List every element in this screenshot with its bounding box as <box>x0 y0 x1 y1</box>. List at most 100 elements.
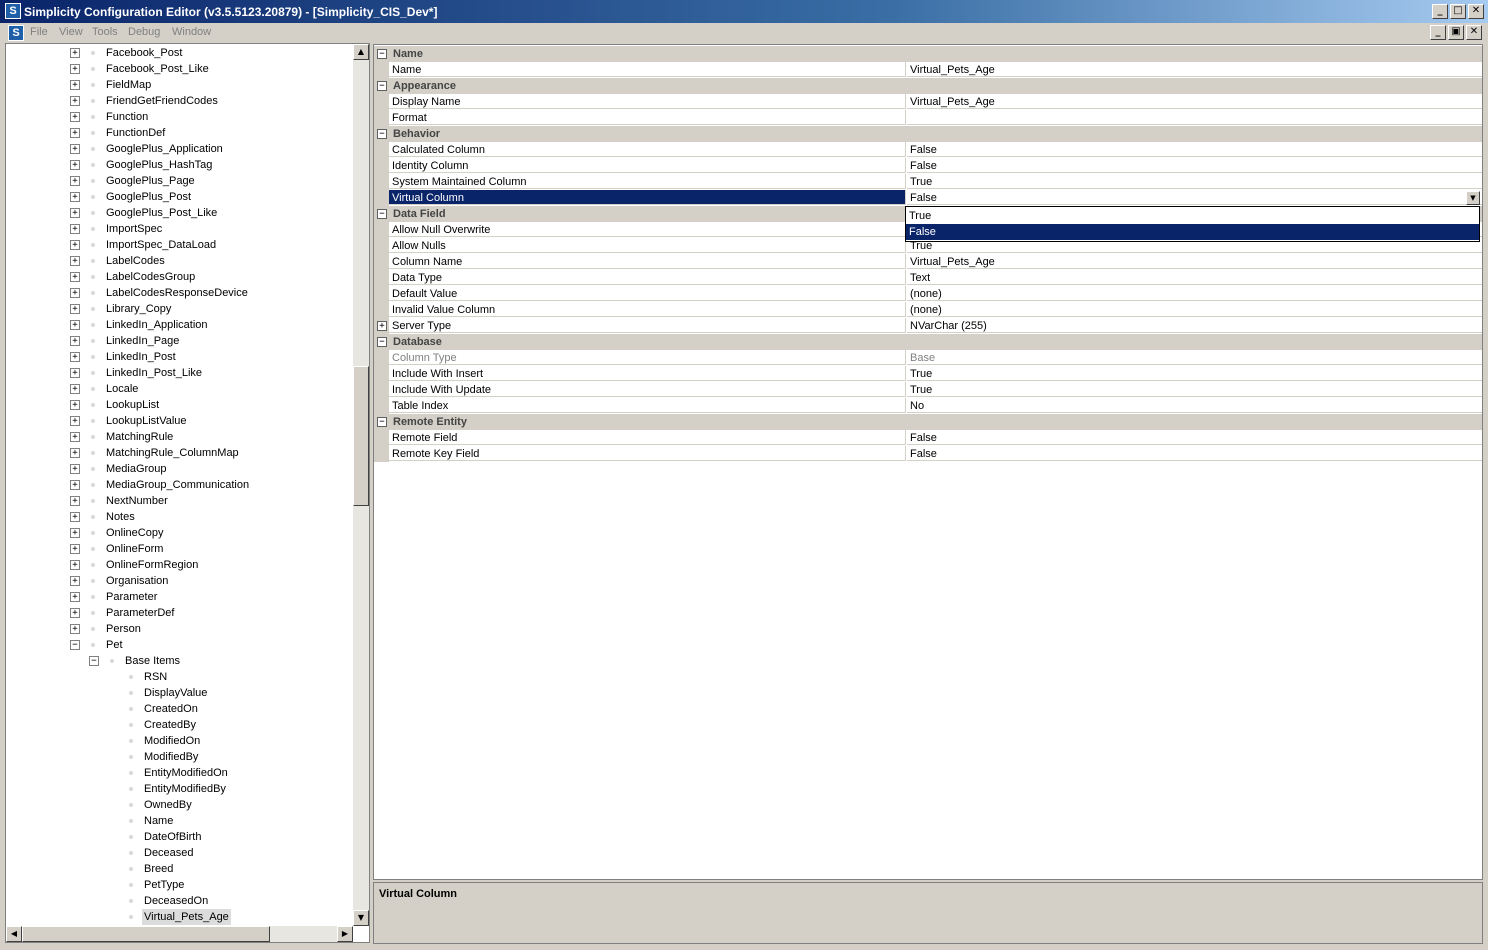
dropdown-option-false[interactable]: False <box>906 224 1479 240</box>
property-value[interactable]: Virtual_Pets_Age <box>907 62 1482 77</box>
property-row[interactable]: Name Virtual_Pets_Age <box>374 62 1482 78</box>
tree-item[interactable]: + FunctionDef <box>6 125 353 141</box>
property-name[interactable]: Invalid Value Column <box>389 302 906 317</box>
tree-leaf-item[interactable]: DateOfBirth <box>6 829 353 845</box>
expand-icon[interactable]: + <box>70 48 80 58</box>
scroll-up-icon[interactable]: ▲ <box>353 44 369 60</box>
tree-item[interactable]: + GooglePlus_Application <box>6 141 353 157</box>
tree-item[interactable]: + Person <box>6 621 353 637</box>
property-value[interactable]: False <box>907 142 1482 157</box>
property-name[interactable]: Calculated Column <box>389 142 906 157</box>
expand-icon[interactable]: + <box>70 576 80 586</box>
scroll-left-icon[interactable]: ◀ <box>6 926 22 942</box>
property-row[interactable]: Data Type Text <box>374 270 1482 286</box>
tree-leaf-item[interactable]: Name <box>6 813 353 829</box>
menu-file[interactable]: File <box>30 26 48 38</box>
property-name[interactable]: Table Index <box>389 398 906 413</box>
tree-item[interactable]: + NextNumber <box>6 493 353 509</box>
tree-item[interactable]: + LinkedIn_Post_Like <box>6 365 353 381</box>
expand-icon[interactable]: + <box>70 96 80 106</box>
tree-leaf-item[interactable]: DisplayValue <box>6 685 353 701</box>
expand-icon[interactable]: + <box>70 416 80 426</box>
tree-leaf-item[interactable]: CreatedOn <box>6 701 353 717</box>
tree-item[interactable]: + LinkedIn_Post <box>6 349 353 365</box>
property-name[interactable]: Include With Update <box>389 382 906 397</box>
collapse-icon[interactable]: − <box>89 656 99 666</box>
property-name[interactable]: Remote Field <box>389 430 906 445</box>
property-value[interactable]: False <box>907 430 1482 445</box>
expand-icon[interactable]: + <box>70 592 80 602</box>
tree-leaf-item[interactable]: Virtual_Pets_Age <box>6 909 353 925</box>
property-name[interactable]: Column Name <box>389 254 906 269</box>
expand-icon[interactable]: + <box>70 464 80 474</box>
tree-vertical-scrollbar[interactable]: ▲ ▼ <box>353 44 369 926</box>
property-expand-icon[interactable]: + <box>377 321 387 331</box>
property-grid[interactable]: − Name Name Virtual_Pets_Age − Appearance Disp… <box>373 44 1483 880</box>
tree-item[interactable]: + LabelCodes <box>6 253 353 269</box>
tree-item[interactable]: + Facebook_Post <box>6 45 353 61</box>
tree-item[interactable]: + Notes <box>6 509 353 525</box>
mdi-close-button[interactable]: ✕ <box>1466 25 1482 40</box>
tree-item[interactable]: + MediaGroup <box>6 461 353 477</box>
property-name[interactable]: Name <box>389 62 906 77</box>
property-row[interactable]: Remote Key Field False <box>374 446 1482 462</box>
tree-item[interactable]: + MatchingRule_ColumnMap <box>6 445 353 461</box>
tree-item[interactable]: + LinkedIn_Page <box>6 333 353 349</box>
property-name[interactable]: Include With Insert <box>389 366 906 381</box>
property-value[interactable]: (none) <box>907 302 1482 317</box>
dropdown-option-true[interactable]: True <box>906 208 1479 224</box>
category-collapse-icon[interactable]: − <box>377 209 387 219</box>
property-name[interactable]: Column Type <box>389 350 906 365</box>
property-value[interactable]: Virtual_Pets_Age <box>907 254 1482 269</box>
expand-icon[interactable]: + <box>70 64 80 74</box>
property-value[interactable]: Text <box>907 270 1482 285</box>
menu-tools[interactable]: Tools <box>92 26 118 38</box>
tree-item[interactable]: + Parameter <box>6 589 353 605</box>
tree-item[interactable]: + GooglePlus_HashTag <box>6 157 353 173</box>
tree-leaf-item[interactable]: Deceased <box>6 845 353 861</box>
property-row[interactable]: Invalid Value Column (none) <box>374 302 1482 318</box>
tree-leaf-item[interactable]: DeceasedOn <box>6 893 353 909</box>
expand-icon[interactable]: + <box>70 432 80 442</box>
property-row[interactable]: Column Name Virtual_Pets_Age <box>374 254 1482 270</box>
vertical-scroll-thumb[interactable] <box>353 366 369 506</box>
expand-icon[interactable]: + <box>70 256 80 266</box>
tree-leaf-item[interactable]: RSN <box>6 669 353 685</box>
collapse-icon[interactable]: − <box>70 640 80 650</box>
entity-tree[interactable]: + Facebook_Post + Facebook_Post_Like + FieldM… <box>5 43 370 943</box>
tree-item[interactable]: + Library_Copy <box>6 301 353 317</box>
property-name[interactable]: Identity Column <box>389 158 906 173</box>
property-value[interactable]: No <box>907 398 1482 413</box>
expand-icon[interactable]: + <box>70 160 80 170</box>
expand-icon[interactable]: + <box>70 400 80 410</box>
tree-leaf-item[interactable]: ModifiedOn <box>6 733 353 749</box>
tree-item[interactable]: + OnlineForm <box>6 541 353 557</box>
tree-leaf-item[interactable]: OwnedBy <box>6 797 353 813</box>
menu-view[interactable]: View <box>59 26 83 38</box>
expand-icon[interactable]: + <box>70 608 80 618</box>
tree-group-base-items[interactable]: − Base Items <box>6 653 353 669</box>
expand-icon[interactable]: + <box>70 80 80 90</box>
tree-item[interactable]: + ImportSpec_DataLoad <box>6 237 353 253</box>
property-value[interactable]: True <box>907 366 1482 381</box>
expand-icon[interactable]: + <box>70 448 80 458</box>
tree-item[interactable]: + LookupListValue <box>6 413 353 429</box>
tree-item[interactable]: + OnlineCopy <box>6 525 353 541</box>
category-collapse-icon[interactable]: − <box>377 129 387 139</box>
dropdown-arrow-icon[interactable]: ▼ <box>1466 191 1480 205</box>
tree-item[interactable]: + MediaGroup_Communication <box>6 477 353 493</box>
horizontal-scroll-thumb[interactable] <box>22 926 270 942</box>
expand-icon[interactable]: + <box>70 336 80 346</box>
virtual-column-dropdown-list[interactable]: True False <box>905 206 1480 242</box>
expand-icon[interactable]: + <box>70 304 80 314</box>
category-row[interactable]: − Name <box>374 46 1482 62</box>
tree-item[interactable]: + Function <box>6 109 353 125</box>
expand-icon[interactable]: + <box>70 320 80 330</box>
tree-item[interactable]: + Locale <box>6 381 353 397</box>
property-name[interactable]: Format <box>389 110 906 125</box>
expand-icon[interactable]: + <box>70 272 80 282</box>
property-value[interactable]: False <box>907 158 1482 173</box>
property-row[interactable]: Include With Insert True <box>374 366 1482 382</box>
tree-item[interactable]: + LabelCodesResponseDevice <box>6 285 353 301</box>
property-value[interactable]: NVarChar (255) <box>907 318 1482 333</box>
